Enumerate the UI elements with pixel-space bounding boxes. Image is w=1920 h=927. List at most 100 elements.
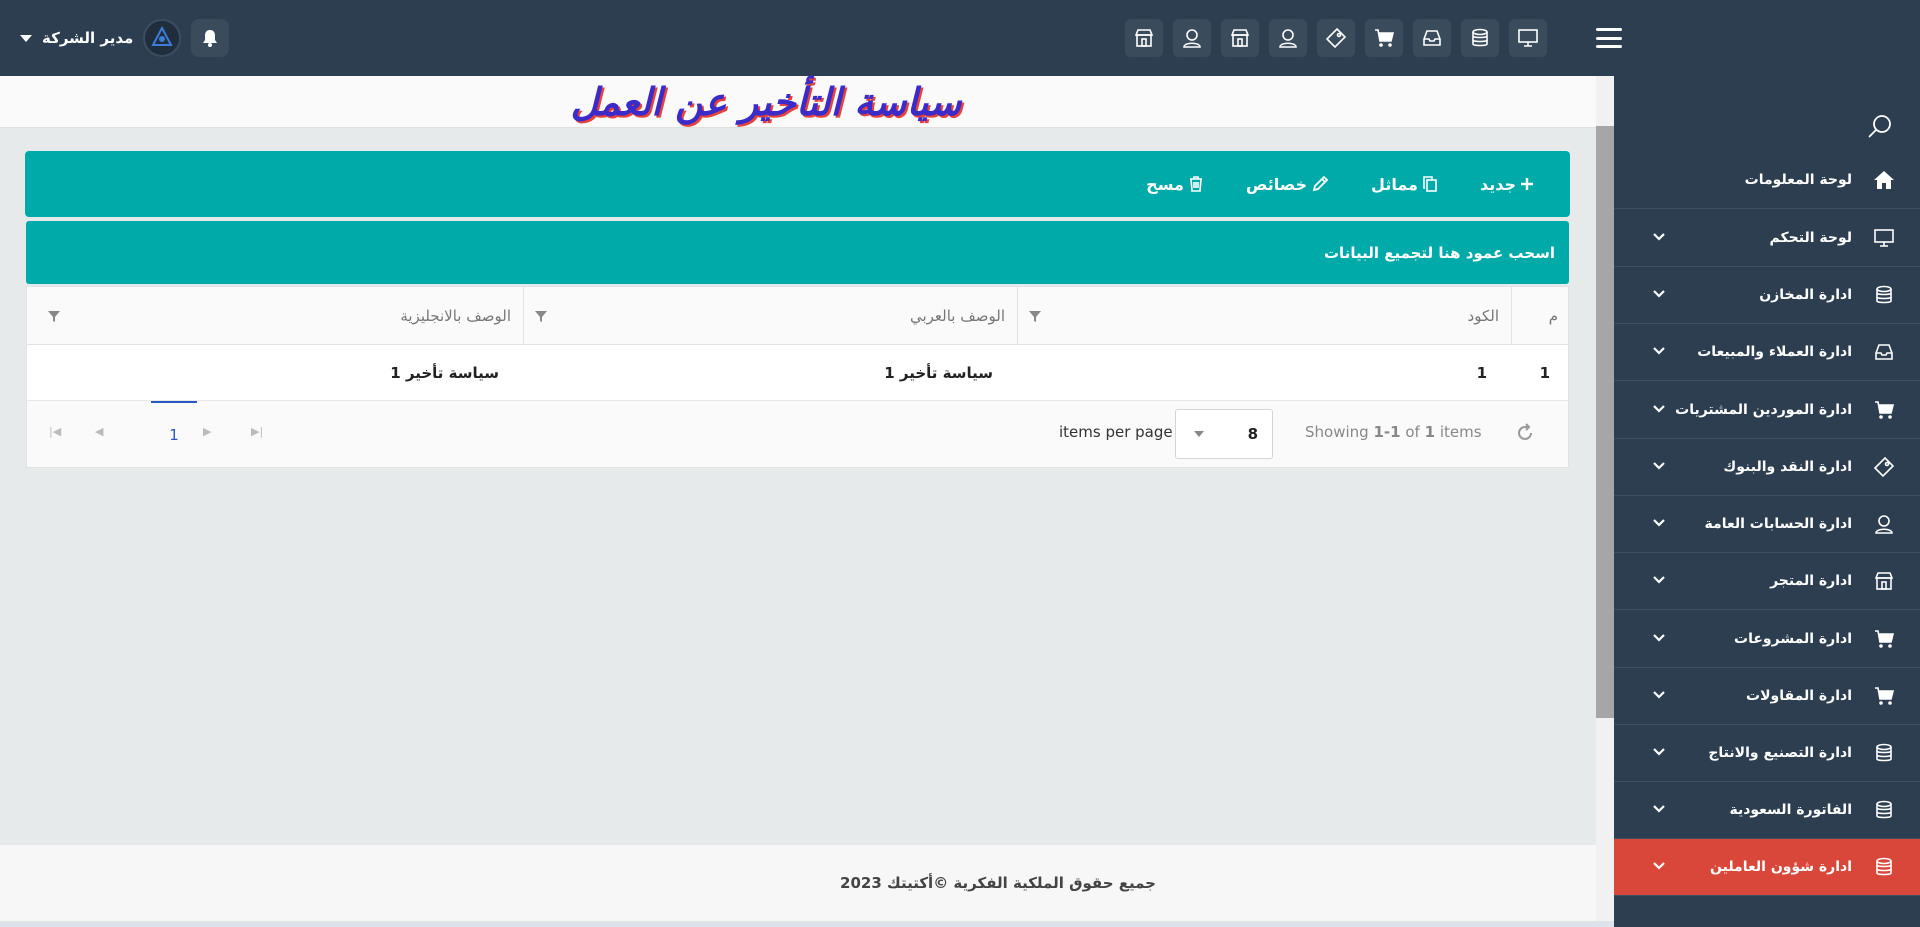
quick-cash-button[interactable]: [1317, 19, 1355, 57]
items-per-page-value[interactable]: 8: [1248, 425, 1258, 443]
chevron-down-icon[interactable]: [1652, 631, 1666, 647]
cell-desc-en[interactable]: سياسة تأخير 1: [27, 345, 523, 401]
table-row[interactable]: 1 1 سياسة تأخير 1 سياسة تأخير 1: [27, 345, 1568, 401]
notification-button[interactable]: [191, 19, 230, 57]
filter-icon[interactable]: [534, 309, 548, 323]
chevron-down-icon[interactable]: [1652, 573, 1666, 589]
page-title: سياسة التأخير عن العمل: [570, 80, 962, 124]
quick-access-bar: [1125, 19, 1547, 57]
quick-purchases-button[interactable]: [1365, 19, 1403, 57]
new-button[interactable]: جديد: [1480, 175, 1534, 194]
scrollbar[interactable]: [1596, 76, 1614, 927]
chevron-down-icon[interactable]: [1652, 688, 1666, 704]
user-icon: [1279, 29, 1297, 48]
chevron-down-icon[interactable]: [1652, 859, 1666, 875]
store-icon: [1134, 29, 1154, 47]
sidebar-item[interactable]: ادارة الموردين المشتريات: [1614, 382, 1920, 439]
group-by-hint: اسحب عمود هنا لتجميع البيانات: [1323, 243, 1555, 262]
monitor-icon: [1518, 29, 1538, 47]
sidebar-item[interactable]: ادارة التصنيع والانتاج: [1614, 725, 1920, 782]
refresh-icon[interactable]: [1515, 423, 1535, 443]
sidebar-item-label: ادارة المخازن: [1759, 287, 1852, 303]
chevron-down-icon[interactable]: [1652, 287, 1666, 303]
prev-page-icon[interactable]: ◀: [95, 425, 103, 438]
column-header-code[interactable]: الكود: [1017, 287, 1511, 345]
items-per-page-select[interactable]: 8: [1175, 409, 1273, 459]
page-number-current[interactable]: 1: [151, 401, 197, 467]
quick-dashboard-button[interactable]: [1509, 19, 1547, 57]
sidebar-item[interactable]: ادارة المقاولات: [1614, 668, 1920, 725]
next-page-icon[interactable]: ▶: [203, 425, 211, 438]
sidebar-item-label: لوحة التحكم: [1769, 230, 1852, 246]
chevron-down-icon[interactable]: [1652, 802, 1666, 818]
column-header-code-label[interactable]: الكود: [1042, 307, 1511, 325]
quick-store-button[interactable]: [1125, 19, 1163, 57]
delete-button[interactable]: مسح: [1146, 175, 1204, 194]
column-header-desc-en[interactable]: الوصف بالانجليزية: [27, 287, 523, 345]
inbox-icon: [1866, 341, 1902, 363]
cell-code[interactable]: 1: [1017, 345, 1511, 401]
user-icon: [1183, 29, 1201, 48]
hamburger-menu-icon[interactable]: [1596, 28, 1622, 48]
dropdown-arrow-icon[interactable]: [1194, 431, 1204, 437]
column-header-index[interactable]: م: [1511, 287, 1570, 345]
quick-warehouse-button[interactable]: [1461, 19, 1499, 57]
column-header-desc-en-label[interactable]: الوصف بالانجليزية: [61, 307, 523, 325]
chevron-down-icon[interactable]: [1652, 344, 1666, 360]
sidebar-item-label: ادارة شؤون العاملين: [1710, 859, 1852, 875]
footer: جميع حقوق الملكية الفكرية ©أكتيتك 2023: [0, 845, 1596, 921]
sidebar-item[interactable]: الفاتورة السعودية: [1614, 782, 1920, 839]
sidebar-item[interactable]: ادارة المتجر: [1614, 553, 1920, 610]
filter-icon[interactable]: [47, 309, 61, 323]
sidebar-item[interactable]: ادارة المشروعات: [1614, 611, 1920, 668]
items-per-page-label: items per page: [1059, 423, 1173, 441]
user-menu[interactable]: مدير الشركة: [20, 19, 230, 57]
sidebar-item[interactable]: لوحة التحكم: [1614, 210, 1920, 267]
sidebar-item[interactable]: ادارة شؤون العاملين: [1614, 839, 1920, 896]
last-page-icon[interactable]: ▶|: [251, 425, 263, 438]
sidebar-item[interactable]: لوحة المعلومات: [1614, 152, 1920, 209]
chevron-down-icon[interactable]: [1652, 459, 1666, 475]
scrollbar-thumb[interactable]: [1596, 126, 1614, 718]
pager-info-total: 1: [1424, 423, 1436, 441]
cart-icon: [1866, 399, 1902, 421]
quick-store-button[interactable]: [1221, 19, 1259, 57]
group-by-drop-area[interactable]: اسحب عمود هنا لتجميع البيانات: [26, 221, 1569, 284]
chevron-down-icon[interactable]: [1652, 230, 1666, 246]
filter-icon[interactable]: [1028, 309, 1042, 323]
sidebar-item[interactable]: ادارة النقد والبنوك: [1614, 439, 1920, 496]
duplicate-button-label[interactable]: مماثل: [1371, 175, 1418, 194]
cell-index[interactable]: 1: [1511, 345, 1570, 401]
toolbar: جديد مماثل خصائص مسح: [25, 151, 1570, 217]
cell-desc-ar[interactable]: سياسة تأخير 1: [523, 345, 1017, 401]
delete-button-label[interactable]: مسح: [1146, 175, 1184, 194]
quick-user-button[interactable]: [1173, 19, 1211, 57]
search-icon[interactable]: [1867, 113, 1893, 139]
chevron-down-icon[interactable]: [1652, 745, 1666, 761]
cart-icon: [1866, 685, 1902, 707]
sidebar-item[interactable]: ادارة العملاء والمبيعات: [1614, 324, 1920, 381]
tag-icon: [1866, 456, 1902, 478]
chevron-down-icon[interactable]: [1652, 402, 1666, 418]
top-bar: مدير الشركة: [0, 0, 1920, 76]
column-header-index-label[interactable]: م: [1512, 307, 1570, 325]
properties-button-label[interactable]: خصائص: [1246, 175, 1307, 194]
sidebar-item-label: ادارة العملاء والمبيعات: [1697, 344, 1852, 360]
column-header-desc-ar[interactable]: الوصف بالعربي: [523, 287, 1017, 345]
pager: |◀ ◀ 1 ▶ ▶| items per page 8 Showing 1-1…: [27, 401, 1568, 467]
column-header-desc-ar-label[interactable]: الوصف بالعربي: [548, 307, 1017, 325]
avatar[interactable]: [143, 19, 182, 57]
properties-button[interactable]: خصائص: [1246, 175, 1329, 194]
sidebar-item[interactable]: ادارة الحسابات العامة: [1614, 496, 1920, 553]
database-icon: [1866, 856, 1902, 878]
caret-down-icon[interactable]: [20, 34, 32, 42]
quick-sales-button[interactable]: [1413, 19, 1451, 57]
chevron-down-icon[interactable]: [1652, 516, 1666, 532]
sidebar-item[interactable]: ادارة المخازن: [1614, 267, 1920, 324]
quick-user-button[interactable]: [1269, 19, 1307, 57]
duplicate-button[interactable]: مماثل: [1371, 175, 1438, 194]
first-page-icon[interactable]: |◀: [49, 425, 61, 438]
user-name[interactable]: مدير الشركة: [42, 29, 133, 47]
new-button-label[interactable]: جديد: [1480, 175, 1516, 194]
sidebar-item-label: لوحة المعلومات: [1744, 172, 1852, 188]
